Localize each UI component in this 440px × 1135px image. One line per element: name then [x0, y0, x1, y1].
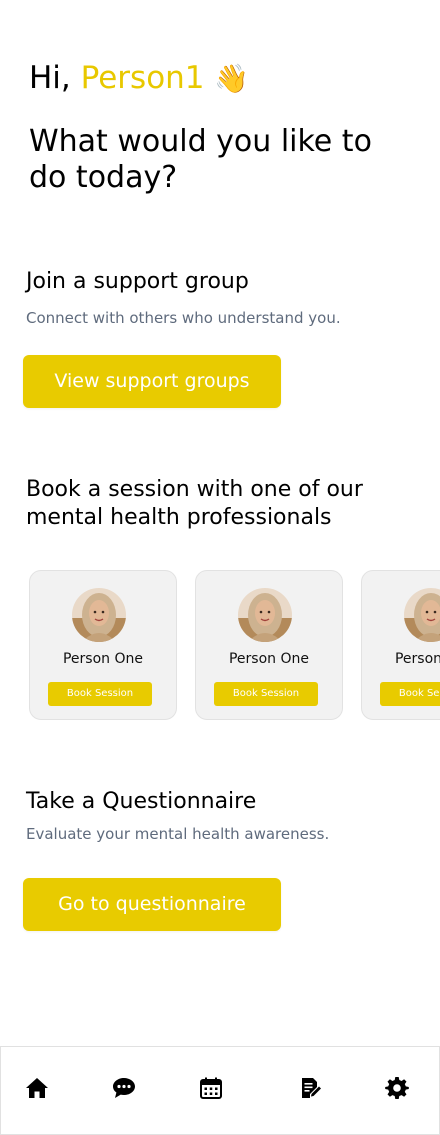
professional-card: Person One Book Session [29, 570, 177, 720]
settings-gear-icon[interactable] [384, 1075, 410, 1101]
book-session-button[interactable]: Book Session [380, 682, 440, 706]
professionals-carousel[interactable]: Person One Book Session Person One Book … [0, 570, 440, 722]
professional-avatar [72, 588, 126, 642]
book-session-button[interactable]: Book Session [48, 682, 152, 706]
home-icon[interactable] [24, 1075, 50, 1101]
greeting-prefix: Hi, [29, 60, 81, 96]
professional-name: Person One [62, 651, 143, 667]
view-support-groups-button[interactable]: View support groups [23, 355, 281, 408]
notes-edit-icon[interactable] [298, 1075, 324, 1101]
go-to-questionnaire-button[interactable]: Go to questionnaire [23, 878, 281, 931]
support-group-title: Join a support group [26, 269, 249, 294]
user-name: Person1 [80, 60, 205, 96]
questionnaire-subtitle: Evaluate your mental health awareness. [26, 825, 330, 843]
questionnaire-title: Take a Questionnaire [26, 789, 257, 814]
bottom-navigation [0, 1046, 440, 1135]
sessions-title: Book a session with one of our mental he… [26, 477, 363, 530]
support-group-subtitle: Connect with others who understand you. [26, 309, 341, 327]
calendar-icon[interactable] [198, 1075, 224, 1101]
chat-icon[interactable] [111, 1075, 137, 1101]
waving-hand-icon: 👋 [214, 62, 250, 95]
professional-card: Person One Book Session [361, 570, 440, 720]
professional-avatar [238, 588, 292, 642]
professional-name: Person One [228, 651, 309, 667]
page-title: What would you like to do today? [29, 124, 372, 195]
greeting: Hi, Person1 👋 [29, 58, 249, 99]
book-session-button[interactable]: Book Session [214, 682, 318, 706]
professional-card: Person One Book Session [195, 570, 343, 720]
professional-name: Person One [394, 651, 440, 667]
professional-avatar [404, 588, 440, 642]
